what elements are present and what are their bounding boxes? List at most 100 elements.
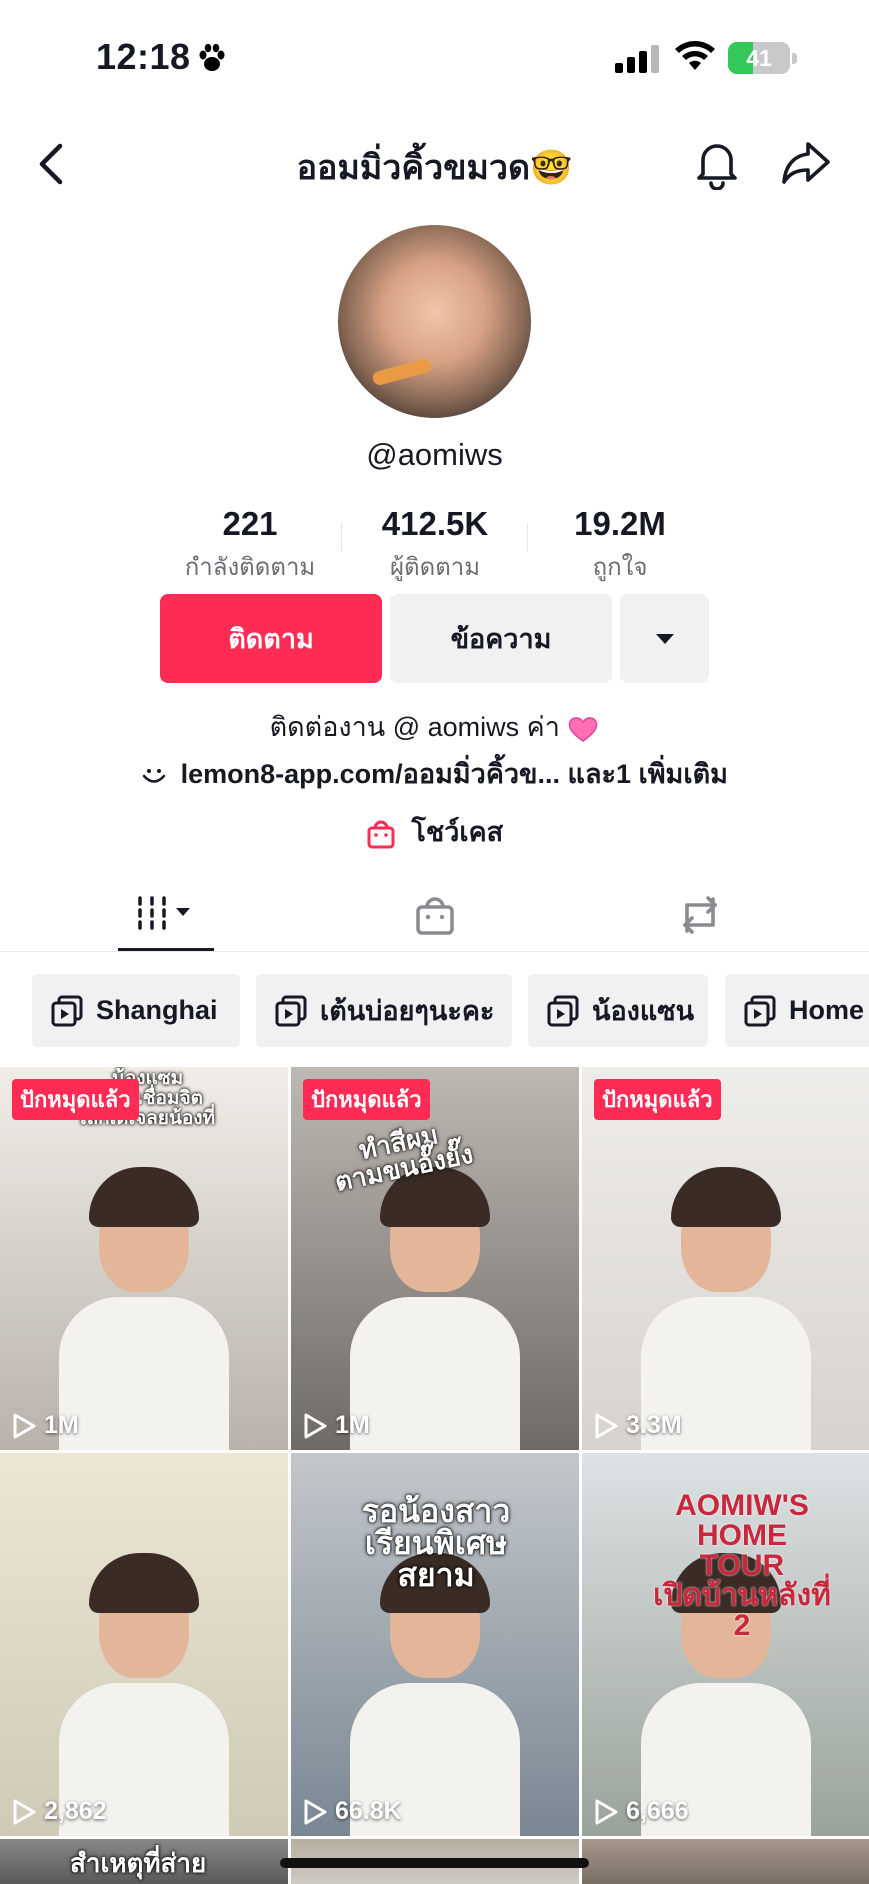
stat-divider xyxy=(527,523,528,551)
playlist-chip-label: Home xyxy=(789,995,865,1025)
active-tab-indicator xyxy=(118,948,214,951)
pinned-badge: ปักหมุดแล้ว xyxy=(303,1079,430,1120)
playlist-chip-label: น้องแซน xyxy=(592,996,695,1026)
play-icon xyxy=(13,1799,36,1824)
status-time: 12:18 xyxy=(96,36,191,77)
video-person-body xyxy=(59,1296,229,1450)
video-person-hair xyxy=(89,1552,199,1613)
profile-name-title: ออมมิ่วคิ้วขมวด🤓 xyxy=(296,149,573,187)
videos-grid-icon xyxy=(138,896,190,930)
battery-cap xyxy=(792,53,797,64)
shopping-bag-icon xyxy=(416,897,454,935)
profile-handle: @aomiws xyxy=(366,437,503,472)
pinned-badge: ปักหมุดแล้ว xyxy=(12,1079,139,1120)
video-view-count: 3.3M xyxy=(594,1411,682,1440)
tab-shop[interactable] xyxy=(395,880,475,952)
video-person-body xyxy=(350,1296,520,1450)
video-view-count-text: 1M xyxy=(335,1411,370,1439)
tab-videos[interactable] xyxy=(118,880,214,952)
showcase-link[interactable]: โชว์เคส xyxy=(0,810,869,853)
bio-text: ติดต่องาน @ aomiws ค่า xyxy=(269,712,560,742)
play-icon xyxy=(304,1413,327,1438)
profile-nav-bar: ออมมิ่วคิ้วขมวด🤓 xyxy=(0,130,869,200)
bio-link-more[interactable]: และ1 เพิ่มเติม xyxy=(568,759,728,789)
stat-following[interactable]: 221 กำลังติดตาม xyxy=(170,505,330,586)
playlist-chip[interactable]: Shanghai xyxy=(32,974,240,1047)
video-thumbnail[interactable]: AOMIW'S HOME TOUR เปิดบ้านหลังที่ 2 6,666 xyxy=(582,1453,869,1836)
video-view-count-text: 1M xyxy=(44,1411,79,1439)
wifi-icon xyxy=(675,41,715,70)
battery-level: 41 xyxy=(746,45,772,71)
video-view-count-text: 3.3M xyxy=(626,1411,682,1439)
video-person-hair xyxy=(89,1166,199,1227)
message-button[interactable]: ข้อความ xyxy=(390,594,612,683)
video-view-count-text: 6,666 xyxy=(626,1797,689,1825)
stat-followers[interactable]: 412.5K ผู้ติดตาม xyxy=(355,505,515,586)
heart-icon xyxy=(569,717,598,742)
video-grid: น้องแซม ไม่ได้เชื่อมจิต เลิกเดเจลยน้องที… xyxy=(0,1067,869,1884)
repost-icon xyxy=(683,896,717,934)
stat-following-label: กำลังติดตาม xyxy=(184,554,316,581)
suggested-accounts-button[interactable] xyxy=(620,594,709,683)
video-thumbnail[interactable]: สำเหตุที่ส่าย xyxy=(0,1839,288,1884)
play-icon xyxy=(304,1799,327,1824)
tab-reposts[interactable] xyxy=(660,880,740,952)
playlist-icon xyxy=(744,995,776,1026)
playlist-chip[interactable]: Home xyxy=(725,974,869,1047)
bio-link[interactable]: lemon8-app.com/ออมมิ่วคิ้วข... xyxy=(181,759,560,789)
video-view-count: 1M xyxy=(303,1411,370,1440)
video-person-hair xyxy=(670,1166,781,1227)
stat-likes[interactable]: 19.2M ถูกใจ xyxy=(540,505,700,586)
stat-divider xyxy=(341,523,342,551)
play-icon xyxy=(13,1413,36,1438)
paw-icon xyxy=(199,43,225,71)
video-thumbnail[interactable]: ทำสีผม ตามขนอั๊งยั๊ง ปักหมุดแล้ว 1M xyxy=(291,1067,579,1450)
playlist-icon xyxy=(51,995,83,1026)
avatar[interactable] xyxy=(338,225,531,418)
video-view-count: 66.8K xyxy=(303,1797,402,1826)
video-thumbnail[interactable] xyxy=(582,1839,869,1884)
video-view-count: 2,862 xyxy=(12,1797,107,1826)
playlist-chip[interactable]: น้องแซน xyxy=(528,974,708,1047)
avatar-photo-detail xyxy=(371,357,433,387)
video-caption: สำเหตุที่ส่าย xyxy=(70,1848,207,1878)
status-bar: 12:18 41 xyxy=(0,0,869,110)
stat-following-value: 221 xyxy=(222,505,278,542)
bio-link-row[interactable]: lemon8-app.com/ออมมิ่วคิ้วข... และ1 เพิ่… xyxy=(0,752,869,795)
video-thumbnail[interactable]: รอน้องสาว เรียนพิเศษ สยาม 66.8K xyxy=(291,1453,579,1836)
stat-followers-value: 412.5K xyxy=(381,505,489,542)
playlist-icon xyxy=(547,995,579,1026)
video-view-count-text: 2,862 xyxy=(44,1797,107,1825)
bell-icon[interactable] xyxy=(693,136,741,190)
stat-likes-value: 19.2M xyxy=(574,505,666,542)
video-view-count: 1M xyxy=(12,1411,79,1440)
shopping-bag-icon xyxy=(367,820,395,849)
playlist-chip[interactable]: เต้นบ่อยๆนะคะ xyxy=(256,974,512,1047)
video-thumbnail[interactable]: ปักหมุดแล้ว 3.3M xyxy=(582,1067,869,1450)
video-caption: รอน้องสาว เรียนพิเศษ สยาม xyxy=(361,1493,511,1593)
video-thumbnail[interactable]: น้องแซม ไม่ได้เชื่อมจิต เลิกเดเจลยน้องที… xyxy=(0,1067,288,1450)
smile-icon xyxy=(142,768,166,783)
video-view-count: 6,666 xyxy=(594,1797,689,1826)
play-icon xyxy=(595,1413,618,1438)
profile-tabs xyxy=(0,880,869,952)
stat-likes-label: ถูกใจ xyxy=(592,554,648,581)
playlist-chip-label: เต้นบ่อยๆนะคะ xyxy=(320,996,495,1026)
video-view-count-text: 66.8K xyxy=(335,1797,402,1825)
playlist-icon xyxy=(275,995,307,1026)
showcase-label: โชว์เคส xyxy=(411,817,504,847)
caret-down-icon xyxy=(655,633,674,644)
bio: ติดต่องาน @ aomiws ค่า xyxy=(0,705,869,748)
back-arrow-icon[interactable] xyxy=(30,138,74,190)
playlist-chips: Shanghai เต้นบ่อยๆนะคะ น้องแซน Home xyxy=(0,974,869,1048)
play-icon xyxy=(595,1799,618,1824)
profile-stats: 221 กำลังติดตาม 412.5K ผู้ติดตาม 19.2M ถ… xyxy=(0,505,869,581)
signal-icon xyxy=(615,45,659,73)
share-icon[interactable] xyxy=(780,138,832,188)
battery-icon: 41 xyxy=(728,42,790,74)
video-caption: AOMIW'S HOME TOUR เปิดบ้านหลังที่ 2 xyxy=(653,1489,831,1642)
playlist-chip-label: Shanghai xyxy=(96,995,218,1025)
pinned-badge: ปักหมุดแล้ว xyxy=(594,1079,721,1120)
video-thumbnail[interactable]: 2,862 xyxy=(0,1453,288,1836)
follow-button[interactable]: ติดตาม xyxy=(160,594,382,683)
